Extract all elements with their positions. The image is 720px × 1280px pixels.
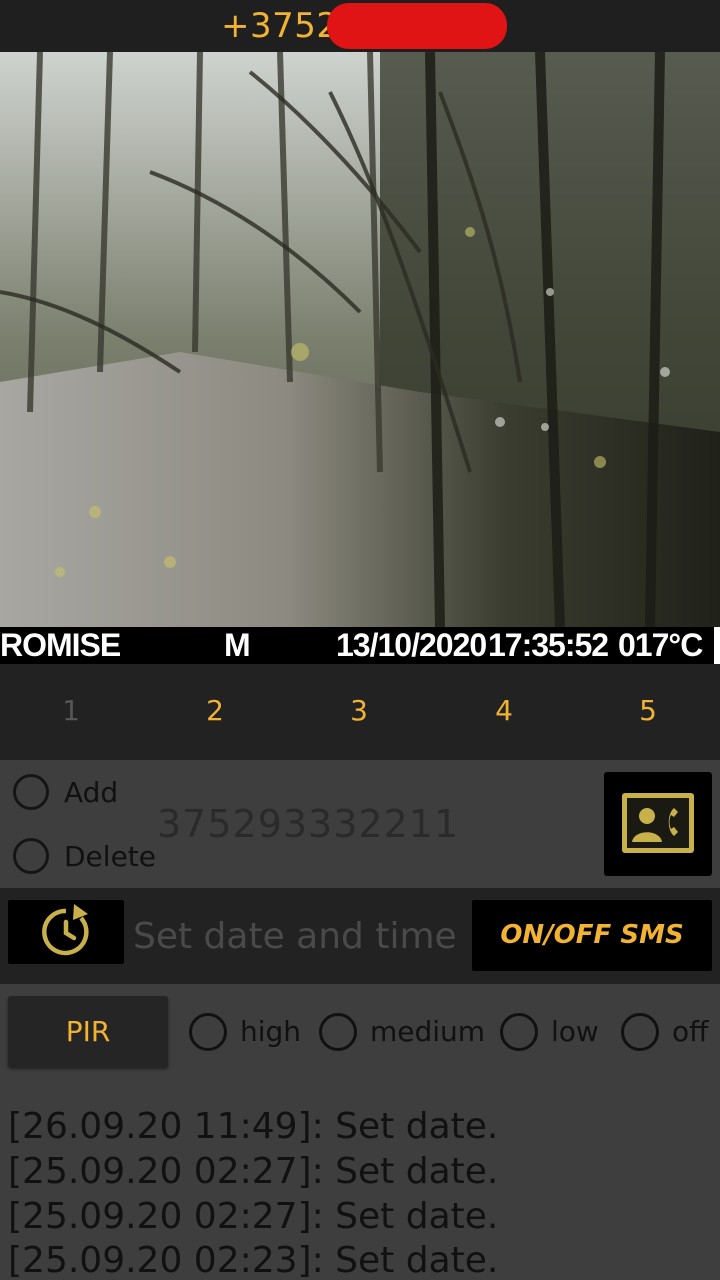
pir-medium-radio[interactable]	[319, 1013, 357, 1051]
contact-phone-icon	[622, 793, 694, 853]
phone-number-input[interactable]: 375293332211	[157, 802, 459, 846]
set-time-button[interactable]	[8, 900, 124, 964]
pir-high-radio[interactable]	[189, 1013, 227, 1051]
pir-panel: PIR high medium low off	[0, 984, 720, 1080]
tab-1[interactable]: 1	[51, 694, 91, 727]
contact-phone-button[interactable]	[604, 772, 712, 876]
clock-update-icon	[42, 904, 89, 956]
camera-photo[interactable]	[0, 52, 720, 627]
photo-stamp: ROMISE M 13/10/2020 17:35:52 017°C	[0, 627, 720, 664]
pir-medium-label: medium	[370, 1015, 486, 1048]
stamp-time: 17:35:52	[488, 627, 609, 663]
stamp-temperature: 017°C	[618, 627, 703, 663]
tab-4[interactable]: 4	[484, 694, 524, 727]
tab-3[interactable]: 3	[339, 694, 379, 727]
stamp-mode: M	[224, 627, 251, 663]
pir-off-radio[interactable]	[621, 1013, 659, 1051]
sms-toggle-button[interactable]: ON/OFF SMS	[472, 900, 712, 971]
log-line: [25.09.20 02:23]: Set date.	[8, 1240, 499, 1280]
delete-label: Delete	[64, 840, 156, 873]
pir-low-radio[interactable]	[500, 1013, 538, 1051]
phone-number: +3752	[221, 6, 339, 46]
log-line: [26.09.20 11:49]: Set date.	[8, 1106, 499, 1147]
top-bar: +3752	[0, 0, 720, 52]
event-log[interactable]: [26.09.20 11:49]: Set date. [25.09.20 02…	[0, 1080, 720, 1280]
pir-high-label: high	[240, 1015, 302, 1048]
pir-button[interactable]: PIR	[8, 996, 168, 1067]
pir-low-label: low	[551, 1015, 599, 1048]
delete-radio[interactable]	[13, 838, 49, 874]
tab-5[interactable]: 5	[628, 694, 668, 727]
add-radio[interactable]	[13, 774, 49, 810]
log-line: [25.09.20 02:27]: Set date.	[8, 1196, 499, 1237]
stamp-brand: ROMISE	[0, 627, 121, 663]
redaction-mark	[327, 3, 507, 49]
stamp-edge	[714, 627, 720, 664]
add-label: Add	[64, 776, 119, 809]
tab-2[interactable]: 2	[195, 694, 235, 727]
datetime-panel: Set date and time ON/OFF SMS	[0, 888, 720, 984]
pir-off-label: off	[672, 1015, 709, 1048]
stamp-date: 13/10/2020	[336, 627, 487, 663]
contact-panel: Add Delete 375293332211	[0, 760, 720, 888]
slot-tabs: 1 2 3 4 5	[0, 664, 720, 760]
date-time-field[interactable]: Set date and time	[133, 916, 457, 957]
log-line: [25.09.20 02:27]: Set date.	[8, 1151, 499, 1192]
